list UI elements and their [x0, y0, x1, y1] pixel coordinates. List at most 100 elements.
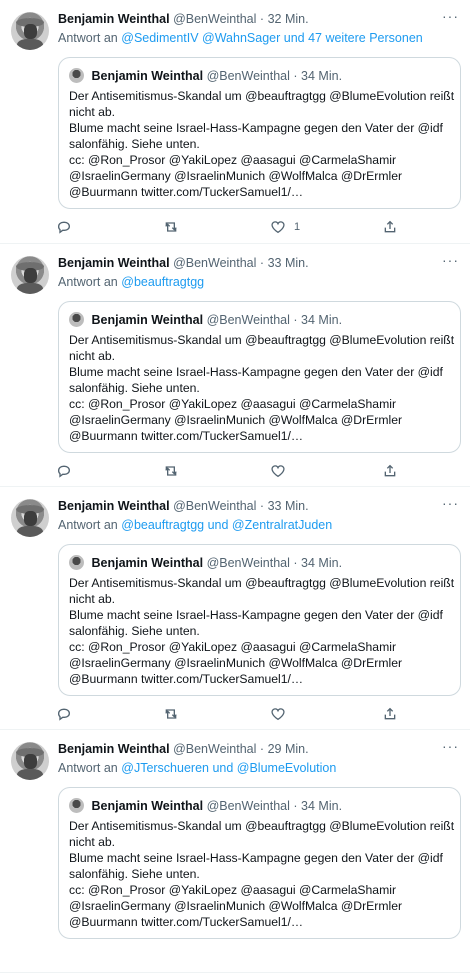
tweet[interactable]: Benjamin Weinthal @BenWeinthal · 33 Min.… [0, 487, 470, 730]
separator-dot: · [259, 12, 265, 26]
more-icon[interactable]: ··· [442, 739, 458, 757]
avatar[interactable] [11, 499, 49, 537]
share-icon[interactable] [382, 219, 400, 237]
reply-targets-link[interactable]: @beauftragtgg und @ZentralratJuden [121, 518, 332, 532]
more-icon[interactable]: ··· [442, 9, 458, 27]
reply-prefix: Antwort an [58, 31, 118, 45]
retweet-icon[interactable] [163, 706, 181, 724]
reply-context: Antwort an @JTerschueren und @BlumeEvolu… [58, 760, 336, 776]
more-icon[interactable]: ··· [442, 253, 458, 271]
quoted-author-name: Benjamin Weinthal [91, 799, 204, 813]
tweet-header: Benjamin Weinthal @BenWeinthal · 33 Min. [58, 255, 430, 271]
quoted-tweet[interactable]: Benjamin Weinthal @BenWeinthal · 34 Min.… [58, 57, 461, 209]
reply-icon[interactable] [56, 463, 74, 481]
avatar[interactable] [11, 742, 49, 780]
retweet-icon[interactable] [163, 463, 181, 481]
reply-prefix: Antwort an [58, 761, 118, 775]
quoted-tweet[interactable]: Benjamin Weinthal @BenWeinthal · 34 Min.… [58, 544, 461, 696]
avatar[interactable] [11, 12, 49, 50]
quoted-tweet-text: Der Antisemitismus-Skandal um @beauftrag… [69, 575, 454, 687]
quoted-tweet-header: Benjamin Weinthal @BenWeinthal · 34 Min. [69, 555, 342, 571]
like-count: 1 [294, 221, 301, 233]
tweet-actions [56, 463, 396, 481]
tweet-timestamp[interactable]: 32 Min. [268, 12, 309, 26]
text-line: Blume macht seine Israel-Hass-Kampagne g… [69, 365, 443, 379]
tweet-timestamp[interactable]: 29 Min. [268, 742, 309, 756]
tweet[interactable]: Benjamin Weinthal @BenWeinthal · 29 Min.… [0, 730, 470, 973]
author-handle[interactable]: @BenWeinthal [173, 742, 256, 756]
text-line: @IsraelinGermany @IsraelinMunich @WolfMa… [69, 413, 403, 427]
text-line: nicht ab. [69, 349, 116, 363]
heart-icon[interactable] [270, 706, 288, 724]
quoted-tweet[interactable]: Benjamin Weinthal @BenWeinthal · 34 Min.… [58, 787, 461, 939]
text-line: nicht ab. [69, 105, 116, 119]
text-line: Der Antisemitismus-Skandal um @beauftrag… [69, 333, 455, 347]
text-line: salonfähig. Siehe unten. [69, 867, 200, 881]
more-icon[interactable]: ··· [442, 496, 458, 514]
separator-dot: · [259, 499, 265, 513]
separator-dot: · [259, 256, 265, 270]
reply-prefix: Antwort an [58, 275, 118, 289]
quoted-tweet-header: Benjamin Weinthal @BenWeinthal · 34 Min. [69, 312, 342, 328]
text-line: cc: @Ron_Prosor @YakiLopez @aasagui @Car… [69, 153, 396, 167]
avatar[interactable] [11, 256, 49, 294]
reply-icon[interactable] [56, 219, 74, 237]
tweet-actions: 1 [56, 219, 396, 237]
text-line: @Buurmann twitter.com/TuckerSamuel1/… [69, 185, 304, 199]
separator-dot: · [293, 313, 298, 327]
text-line: salonfähig. Siehe unten. [69, 381, 200, 395]
heart-icon[interactable] [270, 463, 288, 481]
author-name[interactable]: Benjamin Weinthal [58, 499, 170, 513]
text-line: @IsraelinGermany @IsraelinMunich @WolfMa… [69, 899, 403, 913]
reply-context: Antwort an @beauftragtgg und @Zentralrat… [58, 517, 332, 533]
tweet-timestamp[interactable]: 33 Min. [268, 256, 309, 270]
tweet-header: Benjamin Weinthal @BenWeinthal · 29 Min. [58, 741, 430, 757]
quoted-timestamp: 34 Min. [301, 313, 343, 327]
text-line: Der Antisemitismus-Skandal um @beauftrag… [69, 89, 455, 103]
tweet-header: Benjamin Weinthal @BenWeinthal · 32 Min. [58, 11, 430, 27]
author-handle[interactable]: @BenWeinthal [173, 256, 256, 270]
quoted-timestamp: 34 Min. [301, 69, 343, 83]
reply-context: Antwort an @beauftragtgg [58, 274, 204, 290]
tweet-header: Benjamin Weinthal @BenWeinthal · 33 Min. [58, 498, 430, 514]
text-line: Blume macht seine Israel-Hass-Kampagne g… [69, 851, 443, 865]
share-icon[interactable] [382, 463, 400, 481]
tweet[interactable]: Benjamin Weinthal @BenWeinthal · 32 Min.… [0, 0, 470, 244]
reply-targets-link[interactable]: @JTerschueren und @BlumeEvolution [121, 761, 336, 775]
separator-dot: · [293, 69, 298, 83]
quoted-tweet-header: Benjamin Weinthal @BenWeinthal · 34 Min. [69, 68, 342, 84]
quoted-author-name: Benjamin Weinthal [91, 313, 204, 327]
tweet-actions [56, 706, 396, 724]
reply-targets-link[interactable]: @beauftragtgg [121, 275, 204, 289]
quoted-avatar [69, 68, 84, 83]
text-line: salonfähig. Siehe unten. [69, 137, 200, 151]
quoted-author-name: Benjamin Weinthal [91, 69, 204, 83]
quoted-tweet-text: Der Antisemitismus-Skandal um @beauftrag… [69, 88, 455, 200]
quoted-tweet-text: Der Antisemitismus-Skandal um @beauftrag… [69, 332, 455, 444]
reply-prefix: Antwort an [58, 518, 118, 532]
separator-dot: · [293, 799, 298, 813]
tweet-timestamp[interactable]: 33 Min. [268, 499, 309, 513]
retweet-icon[interactable] [163, 219, 181, 237]
timeline-feed: Benjamin Weinthal @BenWeinthal · 32 Min.… [0, 0, 470, 973]
quoted-author-handle: @BenWeinthal [206, 69, 290, 83]
heart-icon[interactable] [270, 219, 288, 237]
author-handle[interactable]: @BenWeinthal [173, 12, 256, 26]
quoted-author-name: Benjamin Weinthal [91, 556, 204, 570]
author-name[interactable]: Benjamin Weinthal [58, 742, 170, 756]
quoted-tweet-header: Benjamin Weinthal @BenWeinthal · 34 Min. [69, 798, 342, 814]
quoted-tweet[interactable]: Benjamin Weinthal @BenWeinthal · 34 Min.… [58, 301, 461, 453]
text-line: @Buurmann twitter.com/TuckerSamuel1/… [69, 915, 304, 929]
text-line: @Buurmann twitter.com/TuckerSamuel1/… [69, 672, 304, 686]
share-icon[interactable] [382, 706, 400, 724]
author-handle[interactable]: @BenWeinthal [173, 499, 256, 513]
author-name[interactable]: Benjamin Weinthal [58, 256, 170, 270]
quoted-timestamp: 34 Min. [301, 799, 343, 813]
reply-icon[interactable] [56, 706, 74, 724]
author-name[interactable]: Benjamin Weinthal [58, 12, 170, 26]
reply-targets-link[interactable]: @SedimentIV @WahnSager und 47 weitere Pe… [121, 31, 422, 45]
quoted-timestamp: 34 Min. [301, 556, 343, 570]
text-line: cc: @Ron_Prosor @YakiLopez @aasagui @Car… [69, 640, 396, 654]
tweet[interactable]: Benjamin Weinthal @BenWeinthal · 33 Min.… [0, 244, 470, 487]
quoted-avatar [69, 798, 84, 813]
